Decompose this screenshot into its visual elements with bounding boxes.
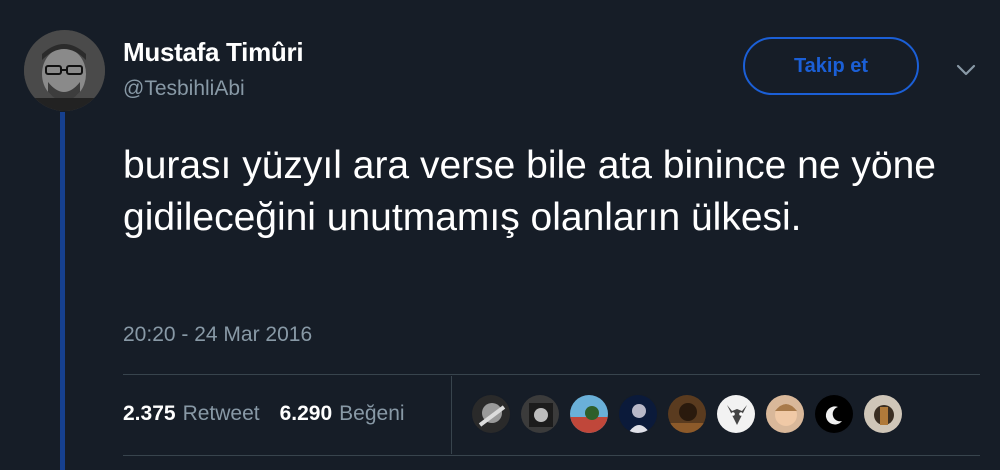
divider [123,374,980,375]
chevron-down-icon[interactable] [951,58,981,82]
liker-avatar[interactable] [667,394,707,434]
thread-line [60,112,65,470]
liker-avatar[interactable] [569,394,609,434]
retweet-count: 2.375 [123,402,176,425]
tweet-timestamp[interactable]: 20:20 - 24 Mar 2016 [123,323,312,347]
liker-avatar[interactable] [471,394,511,434]
author-handle[interactable]: @TesbihliAbi [123,77,245,101]
author-name[interactable]: Mustafa Timûri [123,37,304,68]
tweet-text: burası yüzyıl ara verse bile ata binince… [123,144,936,239]
liker-avatars [471,394,912,434]
like-label: Beğeni [339,402,405,425]
like-stat[interactable]: 6.290 Beğeni [280,402,405,426]
liker-avatar[interactable] [618,394,658,434]
divider [451,376,452,454]
retweet-stat[interactable]: 2.375 Retweet [123,402,260,426]
liker-avatar[interactable] [716,394,756,434]
liker-avatar[interactable] [520,394,560,434]
liker-avatar[interactable] [863,394,903,434]
retweet-label: Retweet [182,402,260,425]
avatar-photo [24,30,105,111]
divider [123,455,980,456]
tweet-stats: 2.375 Retweet 6.290 Beğeni [123,402,405,426]
avatar[interactable] [24,30,105,111]
follow-button[interactable]: Takip et [743,37,919,95]
liker-avatar[interactable] [814,394,854,434]
like-count: 6.290 [279,402,333,425]
liker-avatar[interactable] [765,394,805,434]
